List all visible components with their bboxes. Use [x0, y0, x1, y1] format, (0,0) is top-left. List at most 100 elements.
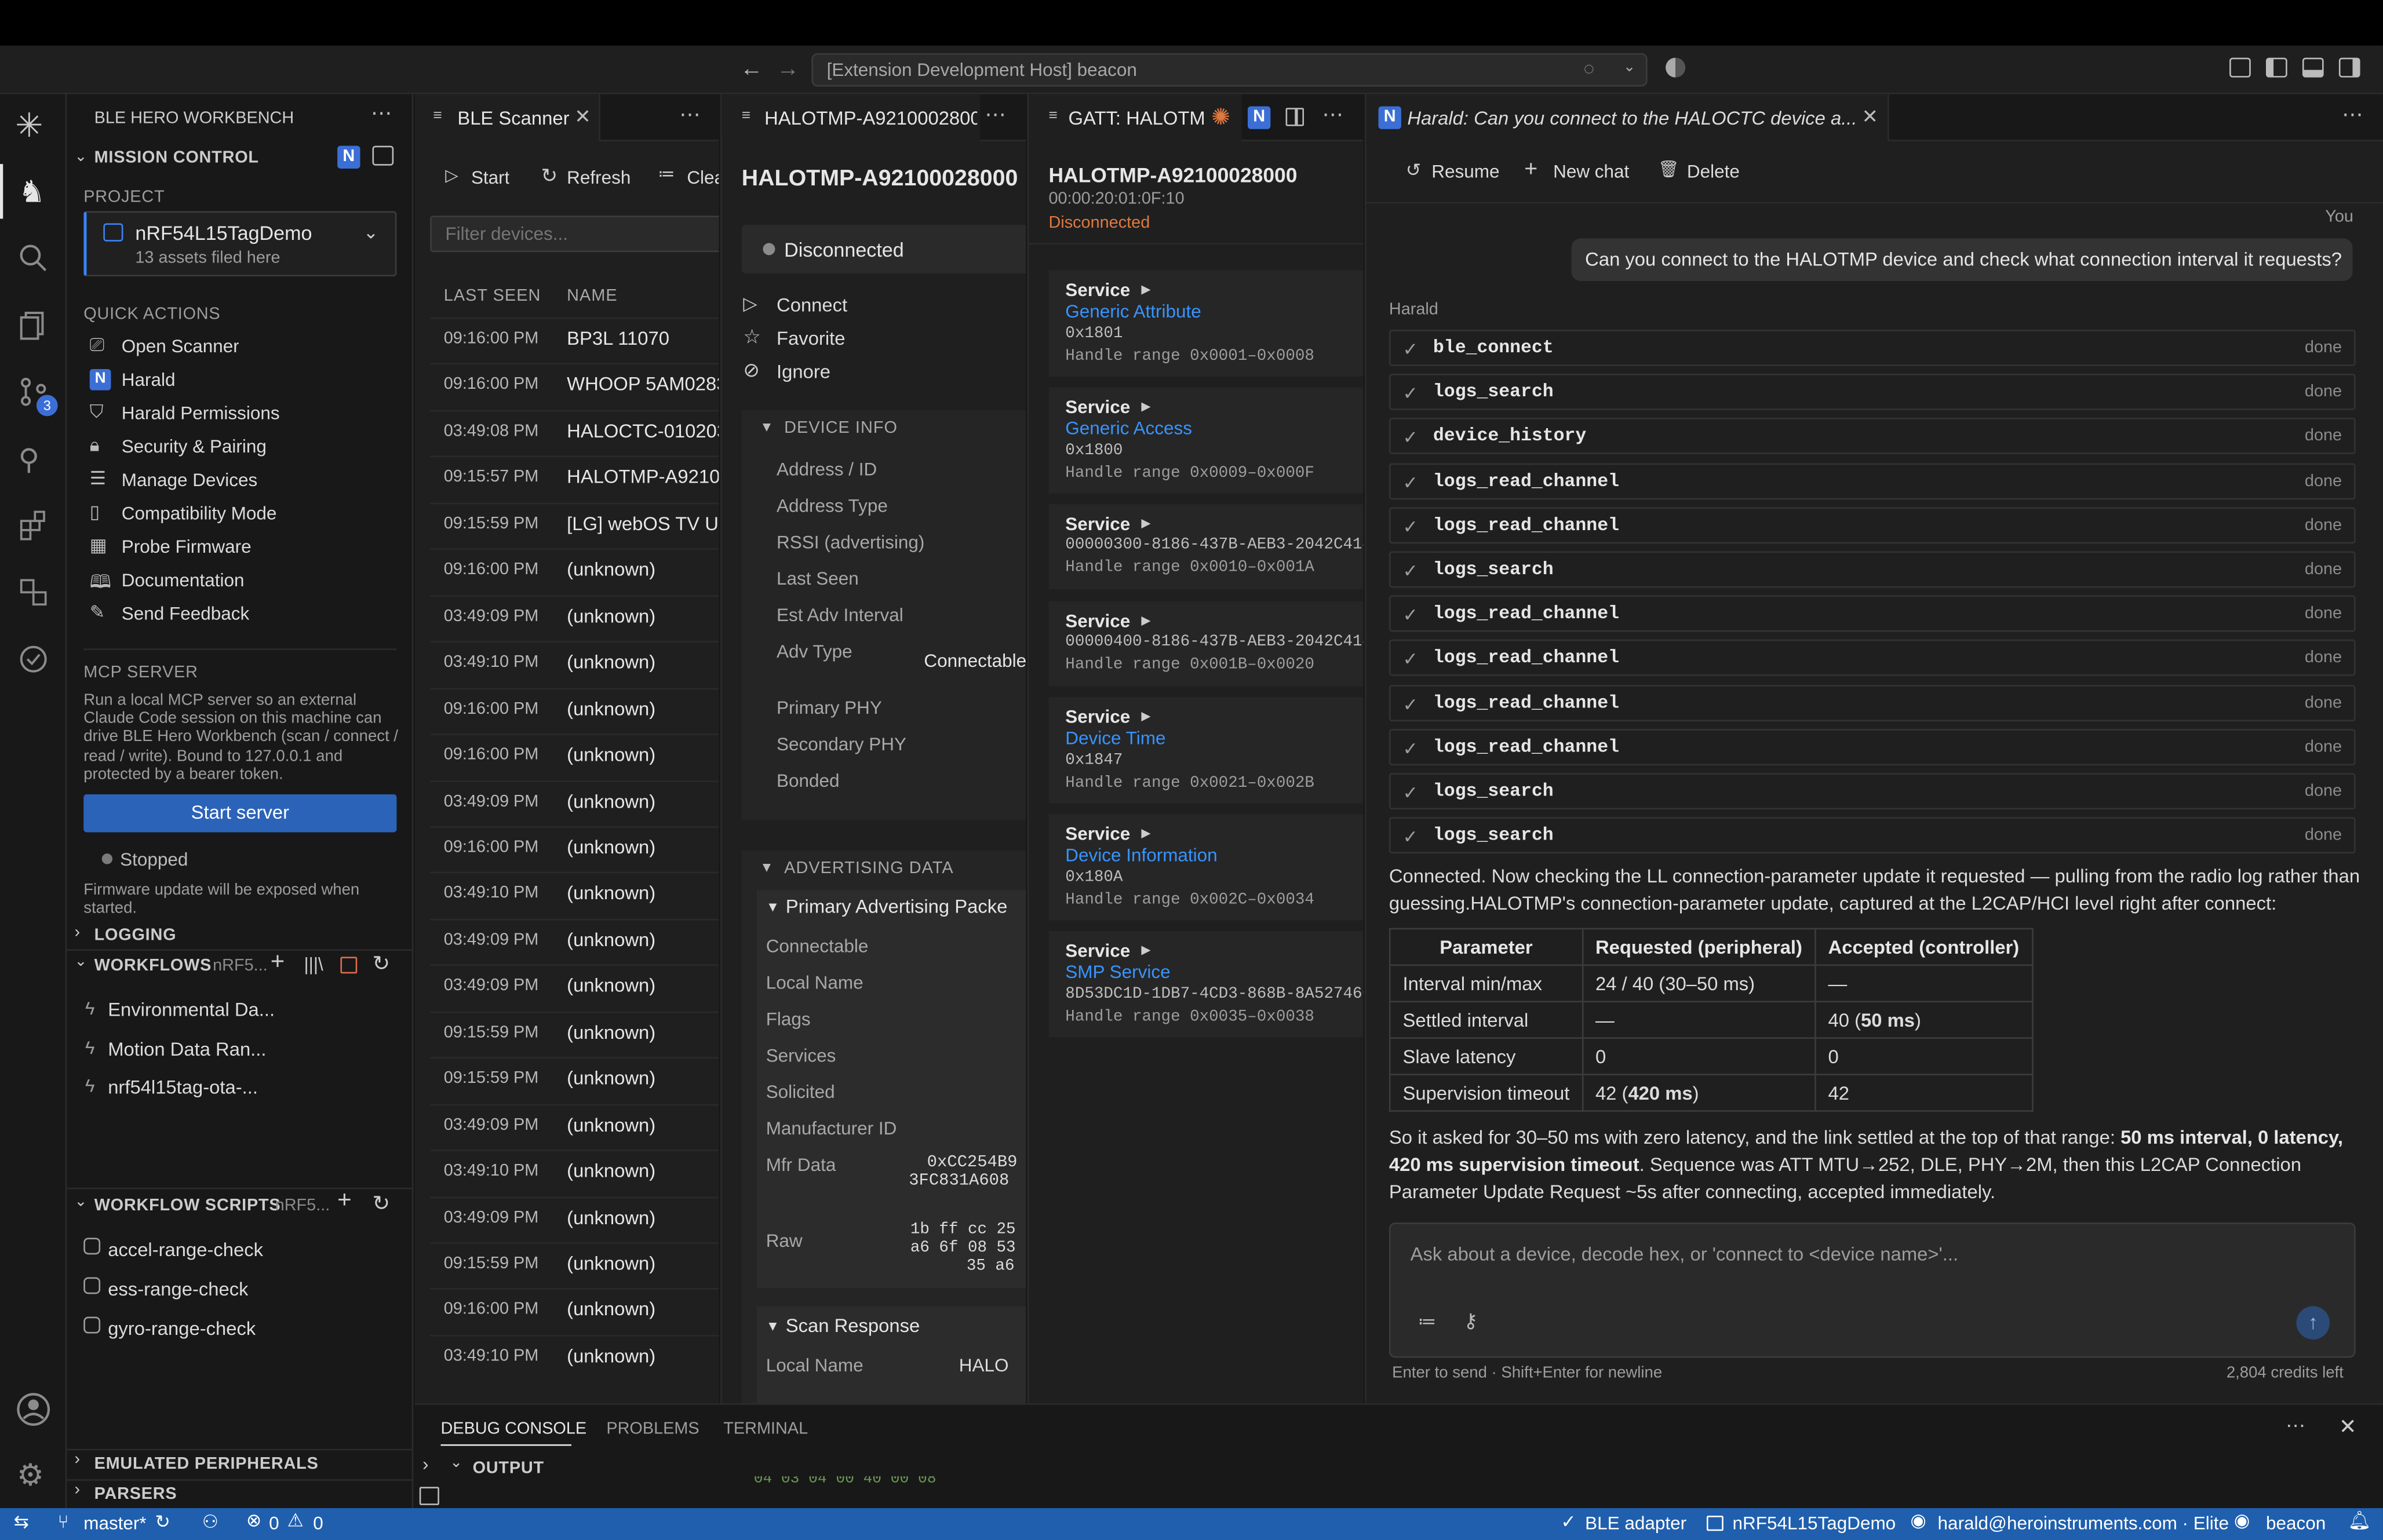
table-row[interactable]: 09:15:57 PM HALOTMP-A92100	[430, 456, 719, 500]
sync-icon[interactable]: ↻	[155, 1511, 170, 1532]
stop-icon[interactable]	[340, 957, 358, 974]
gatt-service-card[interactable]: Service ▶ Device Information 0x180A Handle r…	[1048, 814, 1364, 921]
output-section[interactable]: OUTPUT	[473, 1459, 544, 1477]
more-actions-icon[interactable]: ⋯	[1322, 102, 1343, 128]
tool-call-row[interactable]: ✓ logs_search done	[1389, 551, 2356, 588]
account-icon[interactable]	[15, 1391, 52, 1428]
attach-list-icon[interactable]: ≔	[1418, 1311, 1436, 1332]
gatt-service-card[interactable]: Service ▶ SMP Service 8D53DC1D-1DB7-4CD3-86…	[1048, 930, 1364, 1038]
chat-icon[interactable]: ◌	[1584, 58, 1595, 79]
gatt-service-card[interactable]: Service ▶ Device Time 0x1847 Handle range 0x…	[1048, 697, 1364, 804]
add-icon[interactable]: +	[337, 1188, 352, 1215]
table-row[interactable]: 03:49:10 PM (unknown)	[430, 1149, 719, 1194]
tool-call-row[interactable]: ✓ logs_search done	[1389, 773, 2356, 810]
tab-harald-chat[interactable]: N Harald: Can you connect to the HALOCTC…	[1366, 94, 1889, 141]
triangle-down-icon[interactable]: ▼	[760, 419, 773, 434]
triangle-down-icon[interactable]: ▼	[766, 899, 779, 914]
script-item[interactable]: ess-range-check	[67, 1274, 413, 1308]
ble-adapter-status[interactable]: BLE adapter	[1585, 1513, 1686, 1534]
extensions-icon[interactable]	[18, 510, 48, 541]
tab-problems[interactable]: PROBLEMS	[606, 1420, 699, 1438]
expand-triangle-icon[interactable]: ▶	[1141, 516, 1150, 530]
tool-call-row[interactable]: ✓ ble_connect done	[1389, 329, 2356, 366]
quick-action-documentation[interactable]: 🕮 Documentation	[83, 567, 396, 597]
notifications-bell-icon[interactable]: 🔔︎	[2348, 1510, 2371, 1531]
workflow-item[interactable]: ϟ Motion Data Ran...	[67, 1034, 413, 1067]
command-center-search[interactable]: [Extension Development Host] beacon ◌ ⌄	[811, 53, 1648, 87]
table-row[interactable]: 03:49:09 PM (unknown)	[430, 1196, 719, 1240]
expand-triangle-icon[interactable]: ▶	[1141, 826, 1150, 840]
warning-count[interactable]: 0	[313, 1513, 323, 1534]
refresh-icon[interactable]: ↻	[372, 951, 390, 977]
project-status[interactable]: nRF54L15TagDemo	[1733, 1513, 1896, 1534]
col-name[interactable]: NAME	[567, 287, 618, 305]
explorer-icon[interactable]	[18, 310, 48, 340]
quick-action-manage-devices[interactable]: ☰ Manage Devices	[83, 466, 396, 497]
chat-input-box[interactable]: Ask about a device, decode hex, or 'conn…	[1389, 1222, 2356, 1358]
tool-call-row[interactable]: ✓ logs_read_channel done	[1389, 728, 2356, 765]
workspace-status[interactable]: beacon	[2266, 1513, 2326, 1534]
branch-icon[interactable]: ⑂	[58, 1511, 69, 1532]
table-row[interactable]: 09:16:00 PM (unknown)	[430, 733, 719, 778]
quick-action-harald[interactable]: N Harald	[83, 366, 396, 396]
table-row[interactable]: 09:15:59 PM (unknown)	[430, 1011, 719, 1055]
workflow-item[interactable]: ϟ nrf54l15tag-ota-...	[67, 1072, 413, 1106]
more-actions-icon[interactable]: ⋯	[371, 100, 392, 126]
table-row[interactable]: 09:15:59 PM [LG] webOS TV U	[430, 502, 719, 546]
more-actions-icon[interactable]: ⋯	[2342, 102, 2363, 128]
table-row[interactable]: 03:49:09 PM (unknown)	[430, 1103, 719, 1148]
toggle-primary-sidebar-icon[interactable]	[2265, 57, 2287, 78]
table-row[interactable]: 03:49:09 PM (unknown)	[430, 918, 719, 962]
tool-call-row[interactable]: ✓ logs_read_channel done	[1389, 640, 2356, 677]
table-row[interactable]: 09:16:00 PM (unknown)	[430, 687, 719, 731]
toggle-secondary-sidebar-icon[interactable]	[2338, 57, 2360, 78]
expand-triangle-icon[interactable]: ▶	[1141, 283, 1150, 297]
warning-icon[interactable]: ⚠	[287, 1510, 304, 1531]
refresh-icon[interactable]: ↻	[372, 1191, 390, 1217]
harald-n-icon[interactable]: N	[1247, 106, 1271, 129]
search-icon[interactable]	[18, 243, 48, 273]
forward-arrow-icon[interactable]: →	[777, 56, 799, 82]
back-arrow-icon[interactable]: ←	[740, 56, 763, 82]
tool-call-row[interactable]: ✓ logs_search done	[1389, 374, 2356, 411]
graph-icon[interactable]: ⚇	[202, 1511, 218, 1532]
chevron-down-icon[interactable]: ⌄	[74, 1194, 87, 1210]
branch-name[interactable]: master*	[83, 1513, 146, 1534]
device-info-label[interactable]: DEVICE INFO	[784, 419, 898, 437]
chevron-right-icon[interactable]: ›	[74, 1481, 80, 1499]
filter-devices-input[interactable]	[430, 216, 719, 253]
chevron-right-icon[interactable]: ›	[74, 1450, 80, 1468]
more-actions-icon[interactable]: ⋯	[679, 102, 701, 128]
workflows-section[interactable]: WORKFLOWS	[94, 957, 212, 975]
close-icon[interactable]: ✕	[1861, 105, 1878, 129]
hero-icon[interactable]: ♞	[18, 173, 45, 211]
tab-terminal[interactable]: TERMINAL	[723, 1420, 808, 1438]
toggle-panel-icon[interactable]	[2302, 57, 2324, 78]
table-row[interactable]: 09:16:00 PM WHOOP 5AM0283	[430, 363, 719, 408]
tool-call-row[interactable]: ✓ logs_read_channel done	[1389, 596, 2356, 632]
add-icon[interactable]: +	[271, 949, 285, 976]
table-row[interactable]: 03:49:09 PM (unknown)	[430, 965, 719, 1009]
tool-call-row[interactable]: ✓ logs_read_channel done	[1389, 506, 2356, 543]
tool-call-row[interactable]: ✓ logs_read_channel done	[1389, 462, 2356, 499]
chevron-right-icon[interactable]: ›	[422, 1454, 428, 1475]
quick-action-harald-permissions[interactable]: ⛉ Harald Permissions	[83, 399, 396, 429]
run-debug-icon[interactable]: ⚲	[18, 443, 39, 478]
service-name[interactable]: SMP Service	[1065, 961, 1170, 983]
chevron-down-icon[interactable]: ⌄	[1623, 59, 1636, 76]
tab-device[interactable]: ≡ HALOTMP-A9210002800	[722, 94, 981, 141]
start-server-button[interactable]: Start server	[83, 794, 397, 833]
settings-gear-icon[interactable]: ⚙	[17, 1457, 44, 1495]
ble-hero-logo-icon[interactable]: ✳	[15, 106, 43, 145]
project-selector[interactable]: nRF54L15TagDemo 13 assets filed here ⌄	[83, 211, 397, 277]
table-row[interactable]: 09:15:59 PM (unknown)	[430, 1242, 719, 1286]
service-name[interactable]: Generic Attribute	[1065, 301, 1201, 322]
send-button[interactable]: ↑	[2296, 1306, 2330, 1340]
gatt-service-card[interactable]: Service ▶ 00000400-8186-437B-AEB3-2042C414…	[1048, 601, 1364, 687]
tab-ble-scanner[interactable]: ≡ BLE Scanner ✕	[414, 94, 600, 141]
table-row[interactable]: 03:49:08 PM HALOCTC-010203	[430, 410, 719, 454]
table-row[interactable]: 09:16:00 PM (unknown)	[430, 826, 719, 870]
tool-call-row[interactable]: ✓ logs_read_channel done	[1389, 684, 2356, 721]
more-actions-icon[interactable]: ⋯	[985, 102, 1006, 128]
tool-call-row[interactable]: ✓ device_history done	[1389, 418, 2356, 455]
